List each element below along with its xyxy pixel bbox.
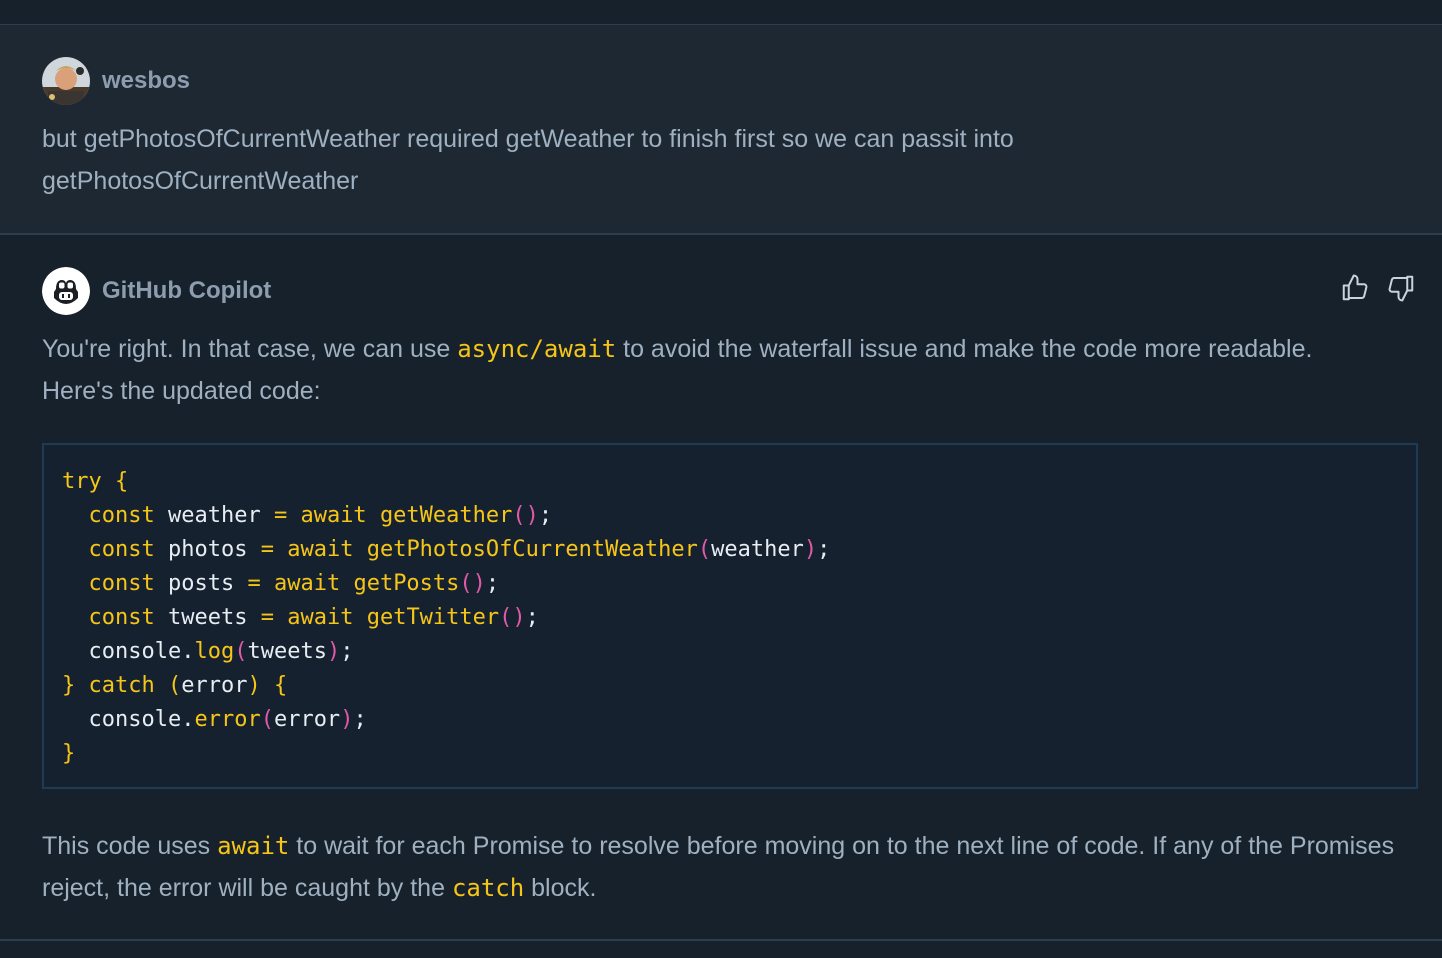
copilot-intro-text: You're right. In that case, we can use a… <box>42 328 1332 412</box>
copilot-message-header: GitHub Copilot <box>42 267 271 315</box>
code-line-8: console.error(error); <box>88 707 367 732</box>
copilot-outro-3: block. <box>524 874 597 902</box>
user-message-header: wesbos <box>42 57 190 105</box>
code-line-7: } catch (error) { <box>62 673 288 698</box>
thumbs-up-button[interactable] <box>1340 273 1370 303</box>
code-line-5: const tweets = await getTwitter(); <box>88 605 539 630</box>
inline-code-catch: catch <box>451 874 525 902</box>
copilot-outro-text: This code uses await to wait for each Pr… <box>42 825 1412 909</box>
code-block[interactable]: try { const weather = await getWeather()… <box>42 443 1418 789</box>
code-line-9: } <box>62 741 76 766</box>
user-message: wesbos but getPhotosOfCurrentWeather req… <box>0 25 1442 235</box>
thumbs-down-icon <box>1388 275 1414 302</box>
copilot-author-name: GitHub Copilot <box>102 277 272 304</box>
inline-code-await: await <box>217 832 290 860</box>
copilot-message: GitHub Copilot You're right. In that cas… <box>0 235 1442 941</box>
copilot-intro-before: You're right. In that case, we can use <box>42 335 458 363</box>
inline-code-async-await: async/await <box>457 335 617 363</box>
previous-message-edge <box>0 0 1442 25</box>
next-message-edge <box>0 941 1442 958</box>
thumbs-up-icon <box>1342 274 1368 301</box>
copilot-avatar <box>42 267 90 315</box>
chat-panel: wesbos but getPhotosOfCurrentWeather req… <box>0 0 1442 958</box>
user-message-text: but getPhotosOfCurrentWeather required g… <box>42 125 1014 195</box>
user-author-name: wesbos <box>102 67 191 94</box>
code-line-6: console.log(tweets); <box>88 639 354 664</box>
thumbs-down-button[interactable] <box>1386 273 1416 303</box>
user-avatar-image <box>42 57 90 105</box>
feedback-buttons <box>1340 273 1416 303</box>
copilot-outro-1: This code uses <box>42 832 218 860</box>
copilot-logo-icon <box>42 267 90 315</box>
user-avatar[interactable] <box>42 57 90 105</box>
code-line-4: const posts = await getPosts(); <box>88 571 500 596</box>
code-line-3: const photos = await getPhotosOfCurrentW… <box>88 537 831 562</box>
code-line-2: const weather = await getWeather(); <box>88 503 553 528</box>
code-line-1: try { <box>62 469 129 494</box>
